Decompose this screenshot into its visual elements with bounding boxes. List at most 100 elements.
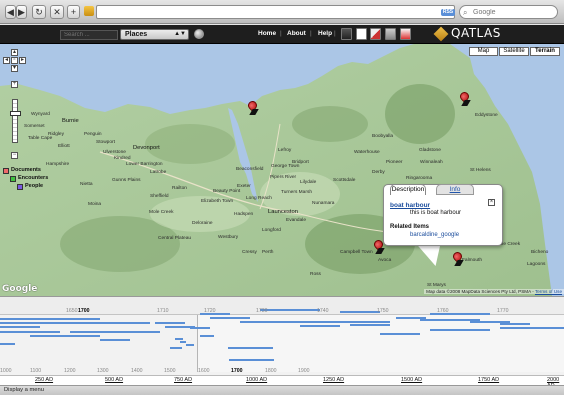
browser-search-input[interactable] (473, 7, 555, 18)
map-marker-pin[interactable] (451, 250, 464, 267)
reload-button[interactable]: ↻ (32, 5, 46, 19)
overview-tick-label[interactable]: 1000 AD (246, 377, 267, 383)
pan-left-button[interactable]: ◂ (3, 57, 10, 64)
pin-shadow (461, 100, 471, 106)
overview-tick-label[interactable]: 250 AD (35, 377, 53, 383)
legend-label: Documents (11, 167, 41, 173)
timeline-event-bar[interactable] (350, 324, 390, 326)
nav-divider: | (334, 30, 336, 37)
close-icon[interactable]: × (488, 199, 495, 206)
pan-reset-button[interactable]: ▫ (11, 57, 18, 64)
nav-divider: | (310, 30, 312, 37)
timeline-event-bar[interactable] (229, 359, 274, 361)
timeline-event-bar[interactable] (500, 323, 530, 325)
zoom-out-button[interactable]: − (11, 152, 18, 159)
zoom-slider-thumb[interactable] (10, 111, 21, 116)
overview-tick-label[interactable]: 1500 AD (401, 377, 422, 383)
overview-tick-label[interactable]: 1750 AD (478, 377, 499, 383)
map-type-map-button[interactable]: Map (469, 47, 498, 56)
timeline-event-bar[interactable] (340, 311, 380, 313)
map-type-satellite-button[interactable]: Satellite (499, 47, 529, 56)
map-view[interactable]: ▴ ◂ ▫ ▸ ▾ + − Documents Encounters Peopl… (0, 44, 564, 296)
timeline-event-bar[interactable] (500, 327, 564, 329)
search-input[interactable] (60, 30, 118, 40)
browser-search[interactable]: ⌕ (459, 5, 558, 19)
timeline-event-bar[interactable] (0, 322, 150, 324)
map-label: Lilydale (300, 180, 317, 185)
timeline-event-bar[interactable] (260, 309, 320, 311)
timeline-event-bar[interactable] (190, 327, 210, 329)
timeline-event-bar[interactable] (210, 317, 250, 319)
timeline-event-bar[interactable] (330, 321, 390, 323)
stop-button[interactable]: ✕ (50, 5, 64, 19)
map-attribution: Map data ©2008 MapData Sciences Pty Ltd,… (424, 289, 564, 294)
map-label: Waterhouse (354, 150, 380, 155)
timeline-event-bar[interactable] (420, 319, 480, 321)
timeline-event-bar[interactable] (170, 347, 182, 349)
timeline-event-bar[interactable] (396, 317, 426, 319)
pan-up-button[interactable]: ▴ (11, 49, 18, 56)
nav-about[interactable]: About (287, 30, 306, 37)
map-label: Penguin (84, 132, 102, 137)
timeline-overview[interactable]: 250 AD 500 AD 750 AD 1000 AD 1250 AD 1500 AD 1… (0, 375, 564, 389)
timeline-event-bar[interactable] (380, 333, 420, 335)
forward-button[interactable]: ▶ (16, 5, 27, 19)
timeline-event-bar[interactable] (0, 331, 60, 333)
places-dropdown[interactable]: Places ▲▼ (120, 29, 189, 40)
map-label: Hadspen (234, 212, 254, 217)
document-icon[interactable] (400, 28, 411, 40)
pointer-icon[interactable] (356, 28, 367, 40)
map-label: Cressy (242, 250, 257, 255)
map-label: Winnaleah (420, 160, 443, 165)
map-type-terrain-button[interactable]: Terrain (530, 47, 560, 56)
timeline-event-bar[interactable] (0, 326, 40, 328)
timeline-event-bar[interactable] (0, 343, 15, 345)
timeline-event-bar[interactable] (70, 331, 160, 333)
legend-item-documents[interactable]: Documents (3, 167, 41, 175)
zoom-in-button[interactable]: + (11, 81, 18, 88)
url-field[interactable] (96, 5, 455, 19)
rss-icon[interactable]: RSS (441, 9, 455, 16)
tab-info[interactable]: Info (436, 184, 474, 195)
timeline-event-bar[interactable] (30, 335, 100, 337)
map-marker-pin[interactable] (458, 90, 471, 107)
map-label: Railton (172, 186, 187, 191)
timeline-event-bar[interactable] (430, 329, 490, 331)
shuffle-icon[interactable] (370, 28, 381, 40)
timeline-panel[interactable]: 1650 1700 1710 1720 1730 1740 1750 1760 1770 100… (0, 296, 564, 375)
timeline-event-bar[interactable] (300, 325, 340, 327)
overview-tick-label[interactable]: 750 AD (174, 377, 192, 383)
tab-description[interactable]: Description (390, 184, 426, 195)
new-tab-button[interactable]: + (67, 5, 80, 19)
map-label: Lagoons (527, 262, 546, 267)
timeline-event-bar[interactable] (470, 321, 510, 323)
back-button[interactable]: ◀ (5, 5, 16, 19)
timeline-event-bar[interactable] (186, 344, 194, 346)
legend-item-encounters[interactable]: Encounters (10, 175, 48, 183)
map-label: Stowport (96, 140, 115, 145)
pan-down-button[interactable]: ▾ (11, 65, 18, 72)
related-item-link[interactable]: barcaldine_google (410, 232, 459, 238)
zoom-slider-track[interactable] (12, 99, 18, 143)
timeline-upper-tick-label: 1740 (317, 308, 329, 314)
cube-icon[interactable] (341, 28, 352, 40)
timeline-event-bar[interactable] (175, 338, 183, 340)
overview-tick-label[interactable]: 500 AD (105, 377, 123, 383)
timeline-event-bar[interactable] (228, 347, 273, 349)
map-label: Evandale (286, 218, 307, 223)
overview-tick-label[interactable]: 1250 AD (323, 377, 344, 383)
globe-icon[interactable] (194, 29, 204, 39)
timeline-event-bar[interactable] (100, 339, 130, 341)
nav-home[interactable]: Home (258, 30, 276, 37)
timeline-event-bar[interactable] (200, 335, 214, 337)
timeline-event-bar[interactable] (240, 321, 330, 323)
map-marker-pin[interactable] (246, 99, 259, 116)
timeline-event-bar[interactable] (0, 318, 100, 320)
terms-of-use-link[interactable]: Terms of Use (535, 289, 562, 294)
nav-help[interactable]: Help (318, 30, 332, 37)
place-title-link[interactable]: boat harbour (390, 202, 430, 209)
timeline-event-bar[interactable] (155, 322, 185, 324)
pan-right-button[interactable]: ▸ (19, 57, 26, 64)
print-icon[interactable] (385, 28, 396, 40)
timeline-event-bar[interactable] (180, 341, 186, 343)
